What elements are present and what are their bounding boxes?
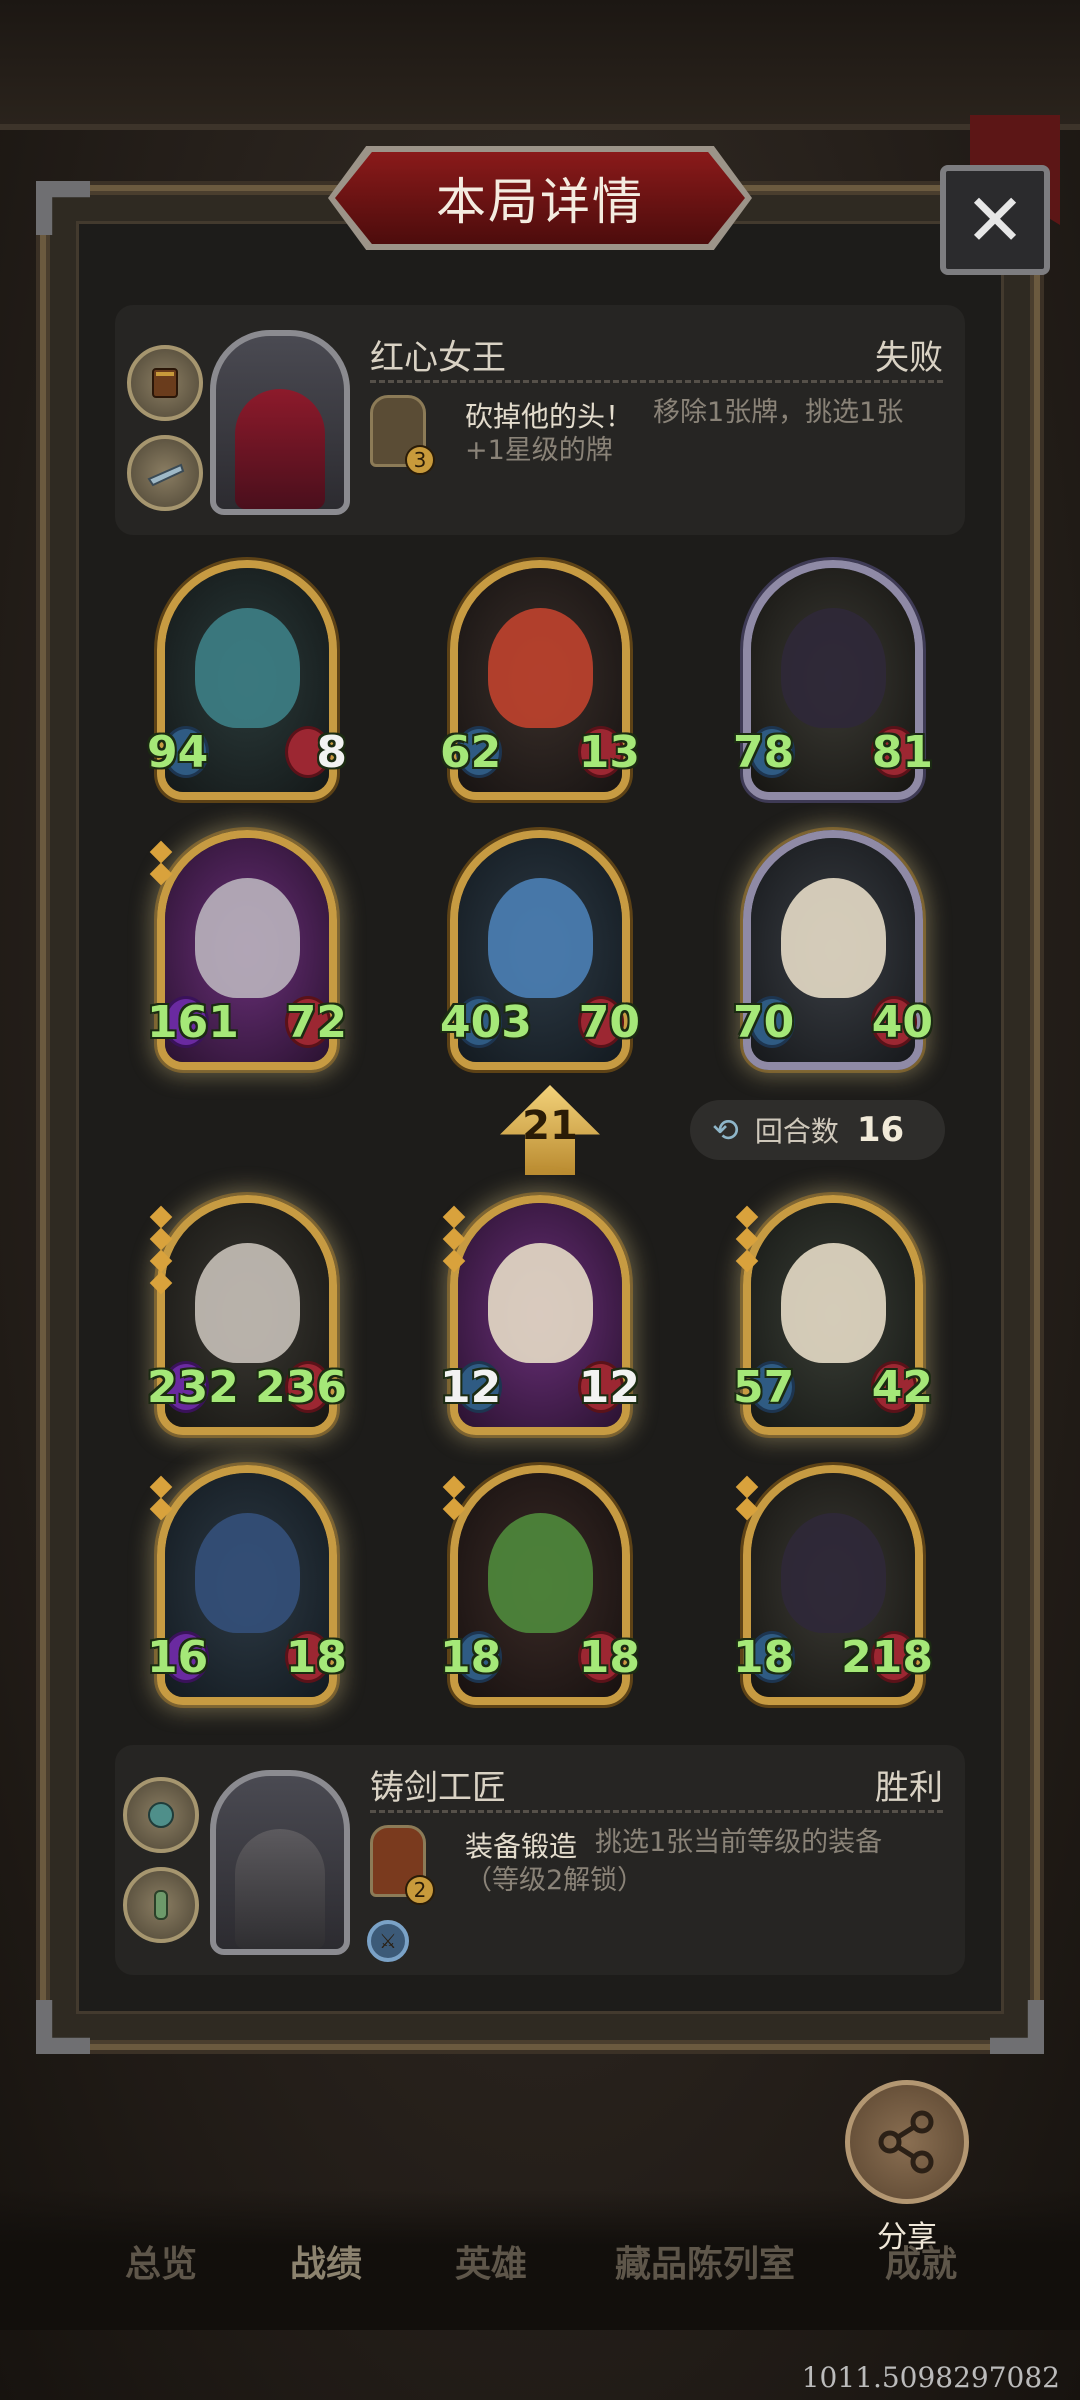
unit-card[interactable]: 232 236 <box>147 1195 347 1435</box>
player-avatar[interactable] <box>210 1770 350 1955</box>
skill-title: 装备锻造 <box>465 1830 578 1863</box>
unit-card[interactable]: 78 81 <box>733 560 933 800</box>
health-value: 40 <box>871 997 933 1048</box>
attack-value: 232 <box>147 1362 239 1413</box>
title-banner: 本局详情 <box>335 152 745 244</box>
attack-value: 18 <box>733 1632 795 1683</box>
attack-value: 18 <box>440 1632 502 1683</box>
opponent-panel: 红心女王 失败 3 砍掉他的头！ 移除1张牌，挑选1张 +1星级的牌 <box>115 305 965 535</box>
figurine-icon[interactable] <box>123 1867 199 1943</box>
health-value: 70 <box>578 997 640 1048</box>
health-value: 8 <box>316 727 347 778</box>
health-value: 218 <box>841 1632 933 1683</box>
close-button[interactable]: ✕ <box>940 165 1050 275</box>
nav-records[interactable]: 战绩 <box>290 2235 362 2287</box>
player-panel: 铸剑工匠 胜利 2 ⚔ 装备锻造 挑选1张当前等级的装备 （等级2解锁） <box>115 1745 965 1975</box>
attack-value: 78 <box>733 727 795 778</box>
divider <box>370 1810 943 1813</box>
health-value: 12 <box>578 1362 640 1413</box>
round-label: 回合数 <box>754 1115 839 1148</box>
opponent-name: 红心女王 <box>370 338 506 378</box>
skill-desc: 移除1张牌，挑选1张 <box>653 397 904 428</box>
anvil-icon[interactable] <box>127 435 203 511</box>
skill-desc: （等级2解锁） <box>465 1865 645 1896</box>
attack-value: 16 <box>147 1632 209 1683</box>
share-icon <box>878 2110 934 2174</box>
skill-desc: +1星级的牌 <box>465 435 613 466</box>
skill-level-badge: 3 <box>405 445 435 475</box>
book-icon[interactable] <box>127 345 203 421</box>
arrow-value: 21 <box>522 1103 578 1149</box>
coordinate-readout: 1011.5098297082 <box>801 2361 1060 2394</box>
opponent-avatar[interactable] <box>210 330 350 515</box>
health-value: 42 <box>871 1362 933 1413</box>
unit-card[interactable]: 70 40 <box>733 830 933 1070</box>
opponent-result: 失败 <box>875 338 943 378</box>
background-beam <box>0 0 1080 130</box>
attack-value: 403 <box>440 997 532 1048</box>
attack-value: 57 <box>733 1362 795 1413</box>
divider <box>370 380 943 383</box>
skill-title: 砍掉他的头！ <box>465 400 634 433</box>
attack-value: 94 <box>147 727 209 778</box>
share-label: 分享 <box>877 2220 937 2255</box>
nav-collection[interactable]: 藏品陈列室 <box>615 2235 795 2287</box>
attack-value: 161 <box>147 997 239 1048</box>
unit-card[interactable]: 94 8 <box>147 560 347 800</box>
attack-value: 62 <box>440 727 502 778</box>
player-name: 铸剑工匠 <box>370 1768 506 1808</box>
health-value: 236 <box>255 1362 347 1413</box>
unit-card[interactable]: 403 70 <box>440 830 640 1070</box>
nav-heroes[interactable]: 英雄 <box>455 2235 527 2287</box>
dialog-title: 本局详情 <box>436 173 644 231</box>
health-value: 81 <box>871 727 933 778</box>
nav-overview[interactable]: 总览 <box>125 2235 197 2287</box>
close-icon: ✕ <box>964 178 1026 262</box>
round-value: 16 <box>856 1110 905 1150</box>
health-value: 18 <box>285 1632 347 1683</box>
sword-icon[interactable]: ⚔ <box>367 1920 409 1962</box>
attack-value: 12 <box>440 1362 502 1413</box>
skill-desc: 挑选1张当前等级的装备 <box>595 1827 883 1858</box>
unit-card[interactable]: 18 218 <box>733 1465 933 1705</box>
unit-card[interactable]: 16 18 <box>147 1465 347 1705</box>
unit-card[interactable]: 18 18 <box>440 1465 640 1705</box>
unit-card[interactable]: 161 72 <box>147 830 347 1070</box>
player-result: 胜利 <box>875 1768 943 1808</box>
round-counter: ⟲ 回合数 16 <box>690 1100 945 1160</box>
share-button[interactable] <box>845 2080 969 2204</box>
unit-card[interactable]: 12 12 <box>440 1195 640 1435</box>
health-value: 72 <box>285 997 347 1048</box>
relic-icon[interactable] <box>123 1777 199 1853</box>
health-value: 18 <box>578 1632 640 1683</box>
skill-level-badge: 2 <box>405 1875 435 1905</box>
unit-card[interactable]: 62 13 <box>440 560 640 800</box>
refresh-icon: ⟲ <box>712 1111 739 1149</box>
health-value: 13 <box>578 727 640 778</box>
attack-value: 70 <box>733 997 795 1048</box>
unit-card[interactable]: 57 42 <box>733 1195 933 1435</box>
